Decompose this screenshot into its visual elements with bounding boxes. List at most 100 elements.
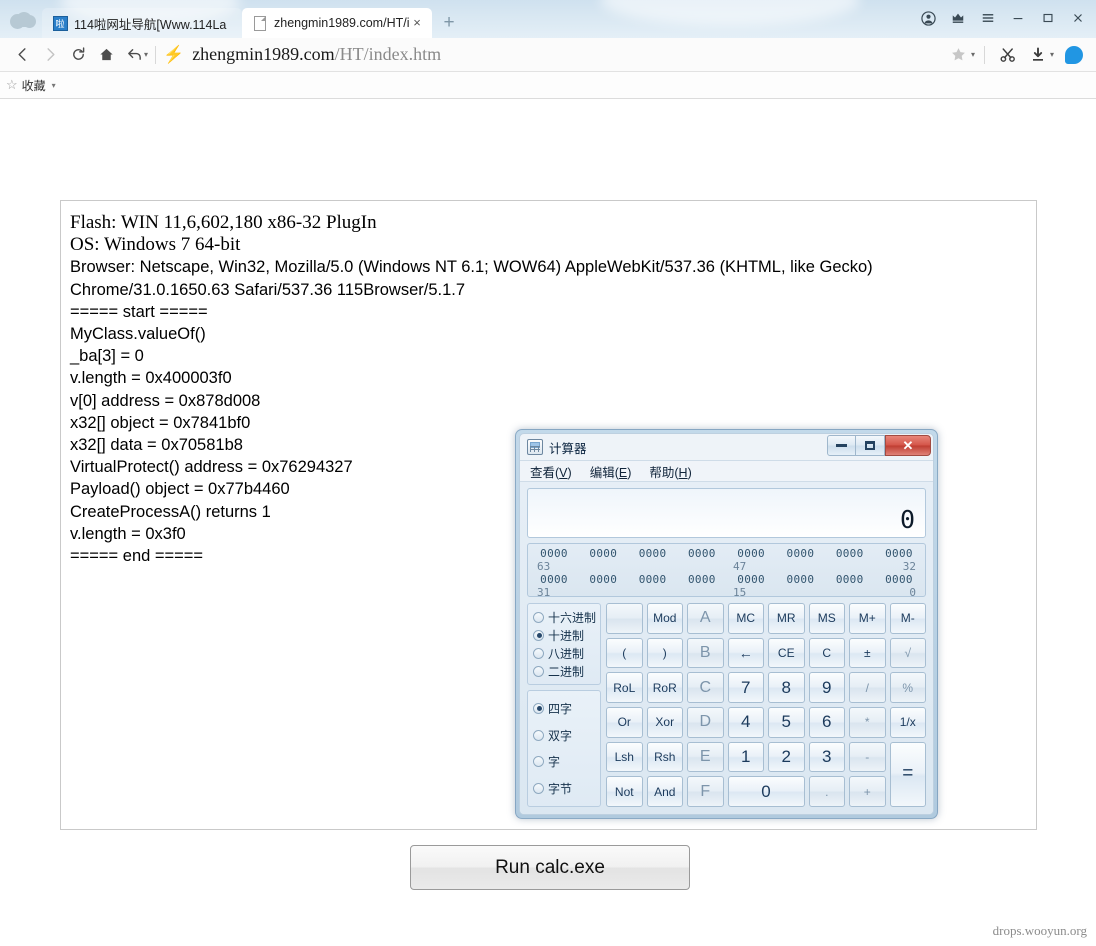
calc-key-.[interactable]: . — [808, 776, 845, 807]
calc-key-or[interactable]: Or — [606, 706, 643, 738]
calc-key-+[interactable]: + — [849, 776, 886, 807]
calc-key-rol[interactable]: RoL — [606, 672, 643, 703]
radio-label: 十六进制 — [548, 610, 597, 625]
calc-key-2[interactable]: 2 — [768, 741, 805, 773]
calculator-close-button[interactable]: ✕ — [885, 435, 931, 456]
calc-key-b[interactable]: B — [687, 637, 724, 669]
maximize-icon[interactable] — [1034, 5, 1062, 31]
radio-button-icon[interactable] — [533, 629, 544, 641]
calc-key-c[interactable]: C — [808, 637, 845, 669]
new-tab-button[interactable]: + — [438, 12, 460, 34]
undo-dropdown-caret[interactable]: ▾ — [144, 50, 148, 59]
calc-key-lsh[interactable]: Lsh — [606, 741, 643, 773]
calc-key-7[interactable]: 7 — [727, 672, 764, 703]
calc-key-m-[interactable]: M- — [889, 603, 926, 634]
radio-button-icon[interactable] — [533, 647, 544, 659]
calc-key-c[interactable]: C — [687, 672, 724, 703]
tab-zhengmin1989[interactable]: zhengmin1989.com/HT/in × — [242, 8, 432, 38]
calc-key-f[interactable]: F — [687, 776, 724, 807]
calc-key-not[interactable]: Not — [606, 776, 643, 807]
close-icon[interactable]: × — [410, 16, 424, 30]
calc-key-[interactable]: ( — [606, 637, 643, 669]
calc-key-9[interactable]: 9 — [808, 672, 845, 703]
calc-key-[interactable]: ) — [646, 637, 683, 669]
radio-word-3[interactable]: 字节 — [533, 780, 596, 798]
calc-key-ror[interactable]: RoR — [646, 672, 683, 703]
chevron-down-icon[interactable]: ▾ — [52, 81, 56, 90]
scissors-icon[interactable] — [994, 41, 1022, 69]
log-line: _ba[3] = 0 — [70, 347, 144, 366]
bookmarks-label[interactable]: 收藏 — [22, 77, 46, 94]
radio-word-0[interactable]: 四字 — [533, 699, 596, 717]
calc-key--[interactable]: - — [849, 741, 886, 773]
radio-button-icon[interactable] — [533, 783, 544, 795]
download-icon[interactable] — [1024, 41, 1052, 69]
radio-button-icon[interactable] — [533, 702, 544, 714]
calc-key-[interactable]: = — [889, 741, 926, 807]
run-calc-button[interactable]: Run calc.exe — [410, 845, 690, 890]
calc-key-d[interactable]: D — [687, 706, 724, 738]
radio-base-3[interactable]: 二进制 — [533, 662, 596, 680]
calc-key-blank[interactable] — [606, 603, 643, 634]
close-icon[interactable] — [1064, 5, 1092, 31]
calculator-menu-item[interactable]: 查看(V) — [530, 462, 572, 481]
calculator-title-bar[interactable]: 计算器 ✕ — [520, 434, 933, 460]
chat-bubble-icon[interactable] — [1060, 41, 1088, 69]
calculator-display: 0 — [527, 488, 926, 538]
minimize-icon[interactable] — [1004, 5, 1032, 31]
calculator-menu-item[interactable]: 编辑(E) — [590, 462, 632, 481]
calc-key-1[interactable]: 1 — [727, 741, 764, 773]
reload-icon[interactable] — [64, 41, 92, 69]
calc-key-rsh[interactable]: Rsh — [646, 741, 683, 773]
calc-key-/[interactable]: / — [849, 672, 886, 703]
calc-key-xor[interactable]: Xor — [646, 706, 683, 738]
calc-key-m+[interactable]: M+ — [849, 603, 886, 634]
radio-button-icon[interactable] — [533, 729, 544, 741]
calc-key-6[interactable]: 6 — [808, 706, 845, 738]
calc-key-e[interactable]: E — [687, 741, 724, 773]
calc-key-[interactable]: √ — [889, 637, 926, 669]
address-bar[interactable]: ⚡ zhengmin1989.com/HT/index.htm — [163, 44, 945, 65]
calc-key-3[interactable]: 3 — [808, 741, 845, 773]
star-dropdown-caret[interactable]: ▾ — [971, 50, 975, 59]
crown-icon[interactable] — [944, 5, 972, 31]
calculator-bit-display[interactable]: 0000 0000 0000 0000 0000 0000 0000 0000 63 47 3… — [527, 543, 926, 599]
calc-key-mod[interactable]: Mod — [646, 603, 683, 634]
navigation-toolbar: ▾ ⚡ zhengmin1989.com/HT/index.htm ▾ ▾ — [0, 38, 1096, 72]
radio-button-icon[interactable] — [533, 756, 544, 768]
calc-key-ms[interactable]: MS — [808, 603, 845, 634]
calc-key-a[interactable]: A — [687, 603, 724, 634]
url-host: zhengmin1989.com — [192, 44, 335, 64]
calc-key-[interactable]: ← — [727, 637, 764, 669]
calc-key-mr[interactable]: MR — [768, 603, 805, 634]
radio-base-2[interactable]: 八进制 — [533, 644, 596, 662]
calc-key-%[interactable]: % — [889, 672, 926, 703]
star-icon[interactable] — [945, 41, 973, 69]
back-icon[interactable] — [8, 41, 36, 69]
browser-logo-icon — [6, 5, 40, 33]
calculator-maximize-button[interactable] — [856, 435, 885, 456]
calc-key-4[interactable]: 4 — [727, 706, 764, 738]
account-icon[interactable] — [914, 5, 942, 31]
radio-base-0[interactable]: 十六进制 — [533, 608, 596, 626]
home-icon[interactable] — [92, 41, 120, 69]
calc-key-0[interactable]: 0 — [727, 776, 805, 807]
radio-base-1[interactable]: 十进制 — [533, 626, 596, 644]
calc-key-mc[interactable]: MC — [727, 603, 764, 634]
calculator-minimize-button[interactable] — [827, 435, 856, 456]
calc-key-*[interactable]: * — [849, 706, 886, 738]
tab-114la[interactable]: 啦 114啦网址导航[Www.114La — [42, 8, 242, 38]
radio-button-icon[interactable] — [533, 611, 544, 623]
download-dropdown-caret[interactable]: ▾ — [1050, 50, 1054, 59]
radio-word-1[interactable]: 双字 — [533, 726, 596, 744]
radio-button-icon[interactable] — [533, 665, 544, 677]
calculator-menu-item[interactable]: 帮助(H) — [649, 462, 691, 481]
calc-key-5[interactable]: 5 — [768, 706, 805, 738]
calc-key-1/x[interactable]: 1/x — [889, 706, 926, 738]
calc-key-8[interactable]: 8 — [768, 672, 805, 703]
calc-key-[interactable]: ± — [849, 637, 886, 669]
calc-key-ce[interactable]: CE — [768, 637, 805, 669]
menu-icon[interactable] — [974, 5, 1002, 31]
radio-word-2[interactable]: 字 — [533, 753, 596, 771]
calc-key-and[interactable]: And — [646, 776, 683, 807]
